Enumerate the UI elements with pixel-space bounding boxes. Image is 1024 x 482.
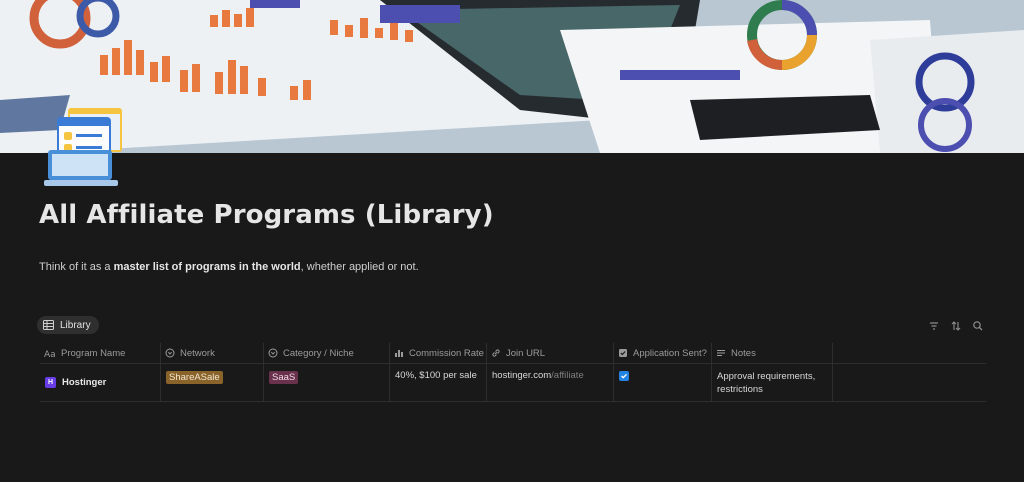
- network-tag: ShareASale: [166, 371, 223, 384]
- join-url-domain[interactable]: hostinger.com: [492, 370, 551, 381]
- select-icon: [268, 348, 278, 358]
- cell-network[interactable]: ShareASale: [161, 364, 264, 401]
- cell-category[interactable]: SaaS: [264, 364, 390, 401]
- check-icon: [621, 373, 627, 379]
- cell-empty: [833, 364, 986, 401]
- column-header-application-sent[interactable]: Application Sent?: [614, 343, 712, 363]
- search-icon[interactable]: [972, 319, 984, 331]
- commission-rate-value: 40%, $100 per sale: [395, 370, 477, 381]
- view-tab-library[interactable]: Library: [37, 316, 99, 334]
- cell-program-name[interactable]: H Hostinger: [40, 364, 161, 401]
- description-bold: master list of programs in the world: [113, 261, 301, 273]
- table-header: Aa Program Name Network Category / Niche…: [40, 343, 986, 364]
- table-row[interactable]: H Hostinger ShareASale SaaS 40%, $100 pe…: [40, 364, 986, 402]
- column-header-join-url[interactable]: Join URL: [487, 343, 614, 363]
- notes-line: Approval requirements,: [717, 371, 816, 382]
- cover-charts-illustration: [0, 0, 1024, 153]
- bar-chart-icon: [395, 350, 403, 357]
- filter-icon[interactable]: [928, 319, 940, 331]
- title-aa-icon: Aa: [44, 350, 56, 358]
- column-label: Category / Niche: [283, 347, 354, 359]
- column-header-category[interactable]: Category / Niche: [264, 343, 390, 363]
- cell-join-url[interactable]: hostinger.com/affiliate: [487, 364, 614, 401]
- column-header-network[interactable]: Network: [161, 343, 264, 363]
- view-toolbar: [928, 319, 984, 331]
- table-icon: [43, 320, 54, 330]
- description-suffix: , whether applied or not.: [300, 261, 419, 273]
- column-header-commission-rate[interactable]: Commission Rate: [390, 343, 487, 363]
- view-tab-label: Library: [60, 319, 91, 331]
- svg-text:Aa: Aa: [44, 350, 56, 358]
- column-label: Program Name: [61, 347, 126, 359]
- database-table: Aa Program Name Network Category / Niche…: [40, 343, 986, 402]
- column-header-notes[interactable]: Notes: [712, 343, 833, 363]
- link-icon: [492, 349, 500, 357]
- cell-commission-rate[interactable]: 40%, $100 per sale: [390, 364, 487, 401]
- hostinger-logo-icon: H: [45, 377, 56, 388]
- column-header-empty: [833, 343, 986, 363]
- application-sent-checkbox[interactable]: [619, 371, 629, 381]
- description-prefix: Think of it as a: [39, 261, 114, 273]
- column-label: Application Sent?: [633, 347, 707, 359]
- column-header-program-name[interactable]: Aa Program Name: [40, 343, 161, 363]
- column-label: Commission Rate: [409, 347, 484, 359]
- join-url-path[interactable]: /affiliate: [551, 370, 584, 381]
- sort-icon[interactable]: [950, 319, 962, 331]
- column-label: Network: [180, 347, 215, 359]
- column-label: Join URL: [506, 347, 546, 359]
- page-cover: [0, 0, 1024, 153]
- page-description[interactable]: Think of it as a master list of programs…: [39, 261, 419, 273]
- checkbox-icon: [619, 349, 627, 357]
- program-name[interactable]: Hostinger: [62, 377, 106, 388]
- cell-application-sent[interactable]: [614, 364, 712, 401]
- page-title[interactable]: All Affiliate Programs (Library): [39, 200, 494, 230]
- column-label: Notes: [731, 347, 756, 359]
- checklist-laptop-icon[interactable]: [40, 104, 126, 190]
- notes-line: restrictions: [717, 384, 763, 395]
- select-icon: [165, 348, 175, 358]
- cell-notes[interactable]: Approval requirements, restrictions: [712, 364, 833, 401]
- category-tag: SaaS: [269, 371, 299, 384]
- text-lines-icon: [717, 350, 725, 356]
